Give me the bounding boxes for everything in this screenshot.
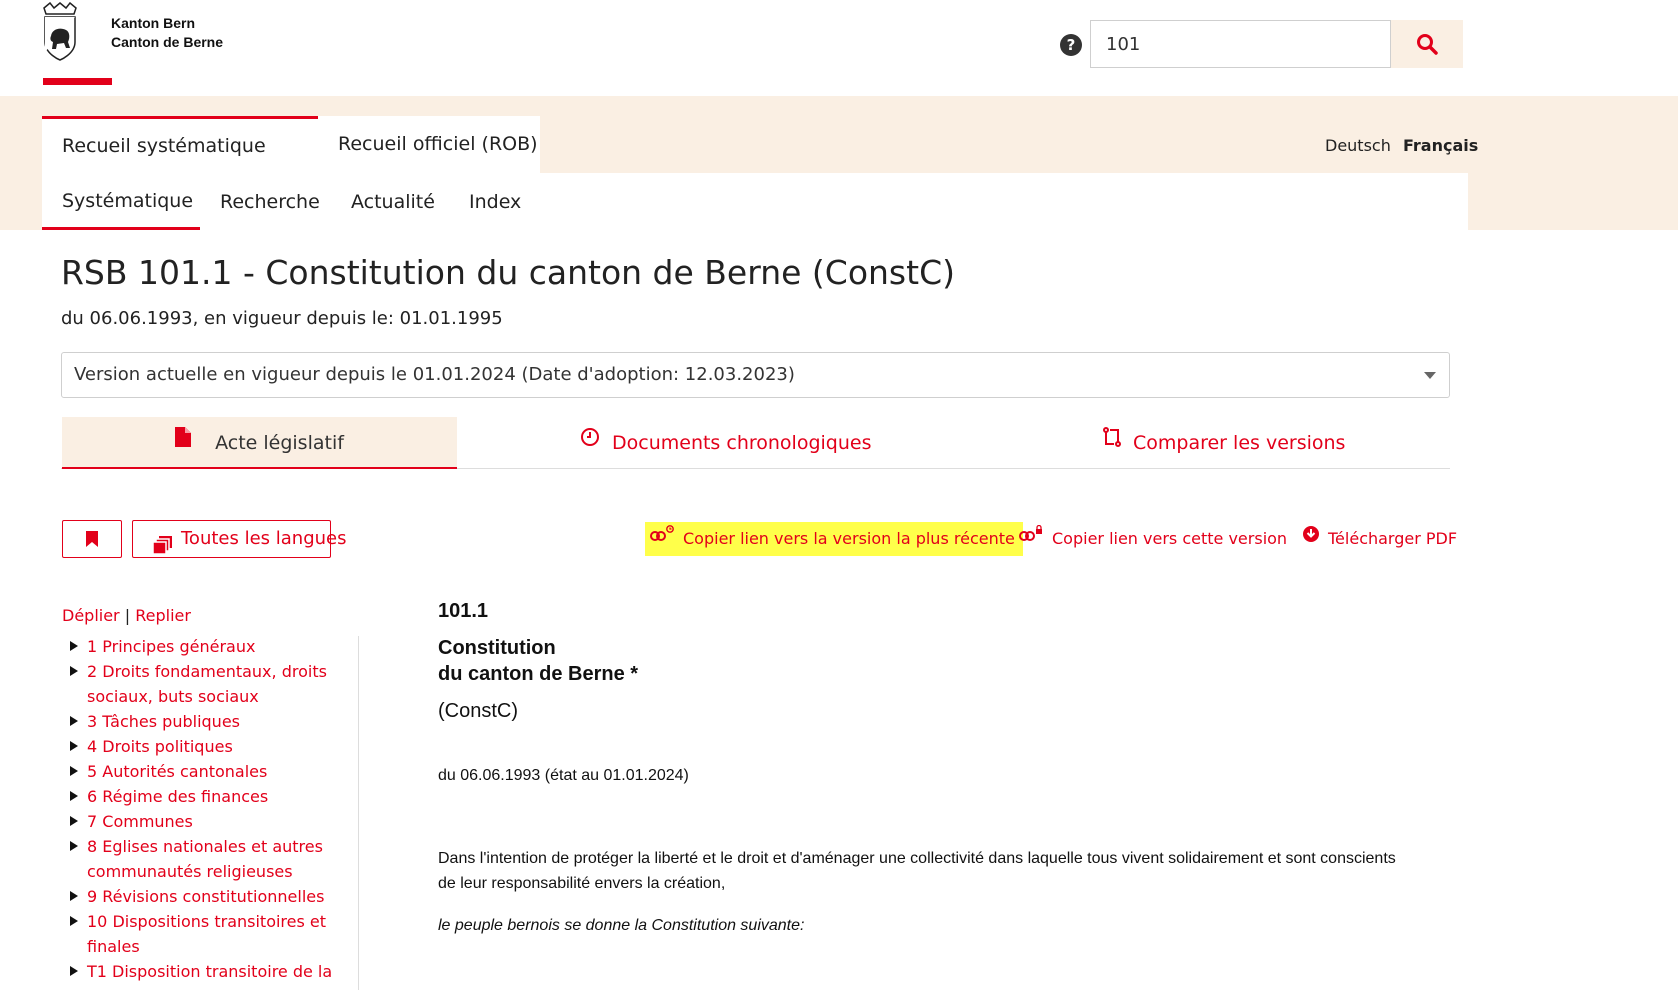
tab-comparer-versions[interactable]: Comparer les versions [1103,417,1345,469]
clock-icon [580,415,600,467]
download-pdf-label: Télécharger PDF [1328,529,1458,548]
logo-accent-bar [43,78,112,85]
toc-item[interactable]: 5 Autorités cantonales [68,759,338,784]
copy-version-link[interactable]: Copier lien vers cette version [1018,522,1287,556]
download-pdf-link[interactable]: Télécharger PDF [1302,522,1457,556]
tab-documents-chronologiques[interactable]: Documents chronologiques [580,417,871,469]
copy-latest-link[interactable]: Copier lien vers la version la plus réce… [645,522,1023,556]
compare-icon [1103,415,1121,467]
search-input[interactable] [1090,20,1391,68]
version-select[interactable]: Version actuelle en vigueur depuis le 01… [61,352,1450,398]
tab-chrono-label: Documents chronologiques [612,432,872,454]
chevron-down-icon[interactable] [1424,372,1436,379]
toc-item[interactable]: 8 Eglises nationales et autres communaut… [68,834,338,884]
canton-bern-logo[interactable] [40,1,80,62]
tab-rob[interactable]: Recueil officiel (ROB) [318,116,540,173]
tab-rsb[interactable]: Recueil systématique (RSB) [42,116,318,211]
help-icon[interactable]: ? [1060,34,1082,56]
page-title: RSB 101.1 - Constitution du canton de Be… [61,253,955,292]
copy-icon [152,531,173,567]
tab-acte-legislatif[interactable]: Acte législatif [62,417,457,469]
toc-tree: 1 Principes généraux 2 Droits fondamenta… [68,634,338,984]
brand-text: Kanton Bern Canton de Berne [111,14,223,52]
toc-item[interactable]: 1 Principes généraux [68,634,338,659]
tab-acte-label: Acte législatif [215,432,344,454]
toc-item[interactable]: 3 Tâches publiques [68,709,338,734]
doc-number: 101.1 [438,600,489,622]
tree-toggle-separator: | [124,606,131,625]
doc-title-line2[interactable]: du canton de Berne * [438,663,638,686]
sidebar-divider [358,636,359,990]
bookmark-button[interactable] [62,520,122,558]
language-deutsch[interactable]: Deutsch [1325,136,1391,155]
toc-item[interactable]: 10 Dispositions transitoires et finales [68,909,338,959]
toc-item[interactable]: T1 Disposition transitoire de la [68,959,338,984]
subtab-systematique[interactable]: Systématique [42,173,200,230]
doc-abbreviation: (ConstC) [438,700,519,722]
brand-line-de: Kanton Bern [111,15,195,31]
page-subtitle: du 06.06.1993, en vigueur depuis le: 01.… [61,308,503,329]
link-lock-icon [1018,521,1044,555]
search-button[interactable] [1391,20,1463,68]
expand-all-link[interactable]: Déplier [62,606,120,625]
file-pdf-icon [175,415,192,467]
tree-toggle: Déplier | Replier [62,606,191,625]
subtab-recherche[interactable]: Recherche [220,173,320,230]
all-languages-label: Toutes les langues [181,528,347,549]
tab-compare-label: Comparer les versions [1133,432,1346,454]
copy-version-label: Copier lien vers cette version [1052,529,1288,548]
all-languages-button[interactable]: Toutes les langues [132,520,347,558]
toc-item[interactable]: 6 Régime des finances [68,784,338,809]
bookmark-icon [86,531,98,547]
toc-item[interactable]: 2 Droits fondamentaux, droits sociaux, b… [68,659,338,709]
doc-preamble: Dans l'intention de protéger la liberté … [438,850,1396,892]
doc-title: Constitution [438,637,556,659]
subtab-index[interactable]: Index [469,173,521,230]
toc-item[interactable]: 9 Révisions constitutionnelles [68,884,338,909]
language-francais[interactable]: Français [1403,136,1478,155]
doc-date: du 06.06.1993 (état au 01.01.2024) [438,767,689,784]
download-icon [1302,521,1320,555]
doc-enactment: le peuple bernois se donne la Constituti… [438,917,805,934]
subtab-actualite[interactable]: Actualité [351,173,435,230]
toc-item[interactable]: 7 Communes [68,809,338,834]
collapse-all-link[interactable]: Replier [135,606,191,625]
copy-latest-label: Copier lien vers la version la plus réce… [683,529,1015,548]
brand-line-fr: Canton de Berne [111,34,224,50]
sub-navigation: Systématique Recherche Actualité Index [42,173,1468,230]
search-icon [1417,34,1438,55]
link-clock-icon [649,521,675,555]
toc-item[interactable]: 4 Droits politiques [68,734,338,759]
